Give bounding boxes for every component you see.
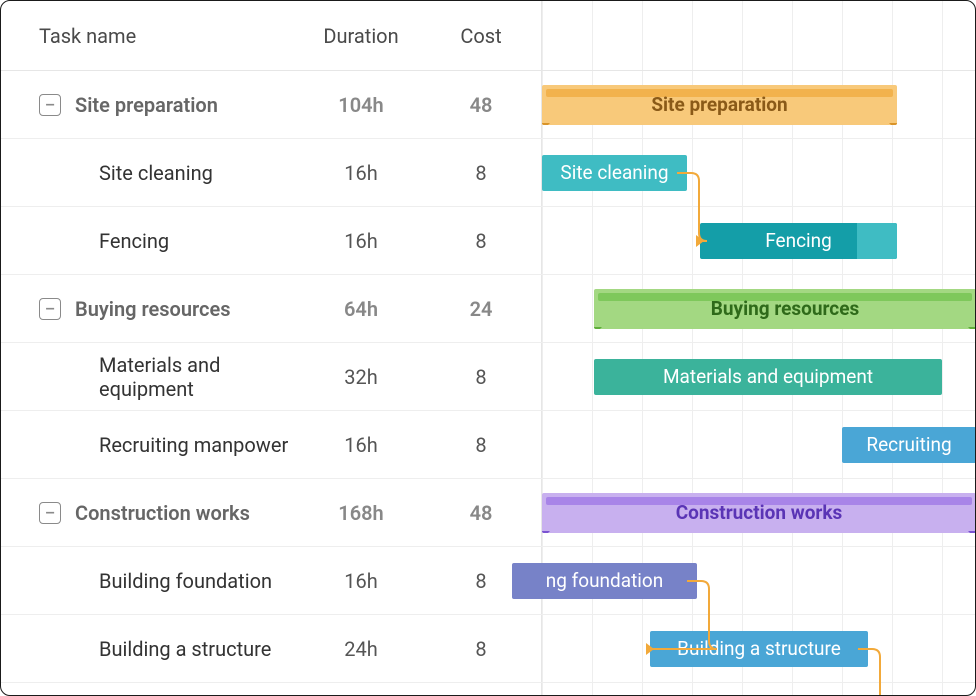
duration-cell[interactable]: 168h: [301, 479, 421, 546]
gantt-group-bar[interactable]: Site preparation: [542, 85, 897, 125]
gantt-cell: Site preparation: [541, 71, 975, 138]
dependency-arrow: [687, 577, 747, 685]
task-label[interactable]: Fencing: [99, 229, 169, 253]
collapse-toggle[interactable]: –: [39, 94, 61, 116]
header-gantt: [541, 1, 975, 70]
task-label[interactable]: Construction works: [75, 501, 250, 525]
gantt-task-bar[interactable]: Materials and equipment: [594, 359, 942, 395]
cost-cell[interactable]: 48: [421, 71, 541, 138]
cost-cell[interactable]: 8: [421, 683, 541, 696]
table-header: Task name Duration Cost: [1, 1, 975, 71]
task-row: Building a structure24h8Building a struc…: [1, 615, 975, 683]
gantt-cell: Fencing: [541, 207, 975, 274]
task-label[interactable]: Building foundation: [99, 569, 272, 593]
task-row: Fencing16h8Fencing: [1, 207, 975, 275]
gantt-group-bar[interactable]: Construction works: [542, 493, 976, 533]
dependency-arrow: [677, 169, 737, 277]
gantt-cell: Site cleaning: [541, 139, 975, 206]
cost-cell[interactable]: 8: [421, 411, 541, 478]
duration-cell[interactable]: 24h: [301, 615, 421, 682]
task-row: Recruiting manpower 16h8 Recruiting: [1, 411, 975, 479]
cost-cell[interactable]: 24: [421, 275, 541, 342]
task-label[interactable]: Site cleaning: [99, 161, 213, 185]
gantt-task-bar[interactable]: Site cleaning: [542, 155, 687, 191]
gantt-cell: Materials and equipment: [541, 343, 975, 410]
collapse-toggle[interactable]: –: [39, 298, 61, 320]
gantt-cell: Painting: [541, 683, 975, 696]
task-row: Materials and equipment32h8Materials and…: [1, 343, 975, 411]
task-label[interactable]: Recruiting manpower: [99, 433, 288, 457]
gantt-task-bar[interactable]: Recruiting: [842, 427, 976, 463]
group-row: –Site preparation104h48Site preparation: [1, 71, 975, 139]
gantt-group-bar[interactable]: Buying resources: [594, 289, 976, 329]
duration-cell[interactable]: 16h: [301, 139, 421, 206]
task-label[interactable]: Materials and equipment: [99, 353, 301, 401]
duration-cell[interactable]: 64h: [301, 275, 421, 342]
duration-cell[interactable]: 48h: [301, 683, 421, 696]
header-duration[interactable]: Duration: [301, 24, 421, 48]
group-row: –Buying resources64h24Buying resources: [1, 275, 975, 343]
collapse-toggle[interactable]: –: [39, 502, 61, 524]
task-row: Painting48h8Painting: [1, 683, 975, 696]
task-label[interactable]: Buying resources: [75, 297, 231, 321]
group-row: –Construction works168h48Construction wo…: [1, 479, 975, 547]
gantt-cell: ng foundation: [541, 547, 975, 614]
cost-cell[interactable]: 8: [421, 207, 541, 274]
duration-cell[interactable]: 32h: [301, 343, 421, 410]
task-row: Site cleaning16h8Site cleaning: [1, 139, 975, 207]
header-cost[interactable]: Cost: [421, 24, 541, 48]
cost-cell[interactable]: 8: [421, 139, 541, 206]
gantt-cell: Recruiting: [541, 411, 975, 478]
cost-cell[interactable]: 48: [421, 479, 541, 546]
dependency-arrow: [858, 645, 918, 696]
task-label[interactable]: Building a structure: [99, 637, 271, 661]
duration-cell[interactable]: 16h: [301, 547, 421, 614]
duration-cell[interactable]: 16h: [301, 207, 421, 274]
header-task[interactable]: Task name: [1, 24, 301, 48]
gantt-cell: Construction works: [541, 479, 975, 546]
cost-cell[interactable]: 8: [421, 615, 541, 682]
gantt-cell: Buying resources: [541, 275, 975, 342]
cost-cell[interactable]: 8: [421, 343, 541, 410]
gantt-task-bar[interactable]: ng foundation: [512, 563, 697, 599]
duration-cell[interactable]: 104h: [301, 71, 421, 138]
task-row: Building foundation16h8ng foundation: [1, 547, 975, 615]
duration-cell[interactable]: 16h: [301, 411, 421, 478]
task-label[interactable]: Site preparation: [75, 93, 218, 117]
